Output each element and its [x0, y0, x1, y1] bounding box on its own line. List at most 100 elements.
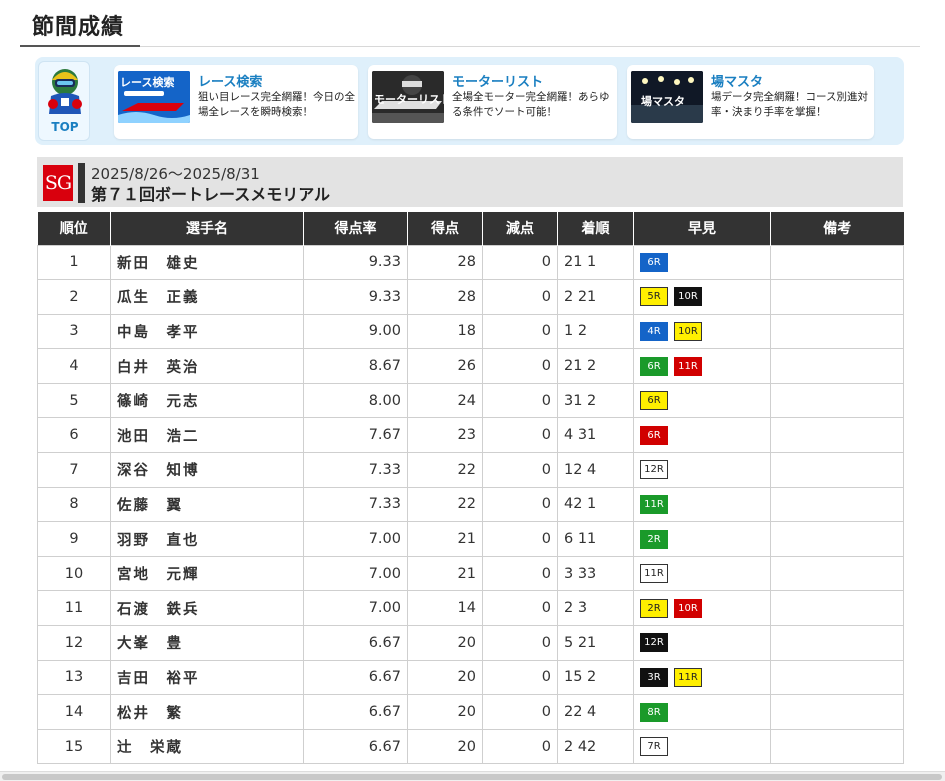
race-search-thumb-text: レース検索	[120, 76, 175, 89]
table-row: 4 白井 英治 8.67 26 0 21 2 6R 11R	[37, 348, 904, 384]
racer-name-link[interactable]: 深谷 知博	[110, 452, 304, 488]
race-tag[interactable]: 11R	[674, 356, 702, 376]
race-tag[interactable]: 3R	[640, 667, 668, 687]
quickview-cell: 4R 10R	[633, 313, 771, 350]
note-cell	[770, 521, 904, 557]
race-tag[interactable]: 6R	[640, 356, 668, 376]
racer-name-link[interactable]: 吉田 裕平	[110, 659, 304, 696]
order-cell: 15 2	[557, 659, 634, 696]
rate-cell: 9.33	[303, 279, 408, 315]
order-cell: 22 4	[557, 694, 634, 730]
note-cell	[770, 452, 904, 488]
racer-name-link[interactable]: 宮地 元輝	[110, 555, 304, 592]
racer-name-link[interactable]: 池田 浩二	[110, 417, 304, 454]
top-button[interactable]: TOP	[38, 61, 90, 141]
race-tag[interactable]: 6R	[640, 425, 668, 445]
race-tag[interactable]: 10R	[674, 287, 702, 307]
header-rank: 順位	[37, 212, 111, 245]
race-tag[interactable]: 6R	[640, 391, 668, 411]
rate-cell: 6.67	[303, 728, 408, 765]
racer-name-link[interactable]: 松井 繁	[110, 694, 304, 730]
rank-cell: 1	[37, 244, 111, 281]
order-cell: 6 11	[557, 521, 634, 557]
racer-name-link[interactable]: 篠崎 元志	[110, 382, 304, 419]
order-cell: 31 2	[557, 382, 634, 419]
horizontal-scrollbar[interactable]	[0, 771, 945, 781]
table-row: 7 深谷 知博 7.33 22 0 12 4 12R	[37, 452, 904, 488]
racer-name-link[interactable]: 瓜生 正義	[110, 279, 304, 315]
scrollbar-thumb[interactable]	[2, 774, 942, 780]
points-cell: 20	[407, 659, 483, 696]
race-tag[interactable]: 8R	[640, 702, 668, 722]
race-search-title: レース検索	[198, 75, 263, 90]
table-row: 14 松井 繁 6.67 20 0 22 4 8R	[37, 694, 904, 730]
points-cell: 21	[407, 555, 483, 592]
race-tag[interactable]: 7R	[640, 737, 668, 757]
table-row: 13 吉田 裕平 6.67 20 0 15 2 3R 11R	[37, 659, 904, 696]
stadium-master-desc: 場データ完全網羅！コース別進対率・決まり手率を掌握！	[711, 91, 868, 118]
race-name: 第７１回ボートレースメモリアル	[91, 185, 331, 204]
order-cell: 21 2	[557, 348, 634, 384]
rank-cell: 14	[37, 694, 111, 730]
racer-name-link[interactable]: 佐藤 翼	[110, 486, 304, 523]
racer-name-link[interactable]: 新田 雄史	[110, 244, 304, 281]
racer-name-link[interactable]: 辻 栄蔵	[110, 728, 304, 765]
header-name: 選手名	[110, 212, 304, 245]
quickview-cell: 12R	[633, 452, 771, 488]
points-cell: 22	[407, 486, 483, 523]
race-tag[interactable]: 11R	[640, 494, 668, 514]
racer-name-link[interactable]: 白井 英治	[110, 348, 304, 384]
grade-badge: SG	[43, 165, 73, 201]
racer-name-link[interactable]: 石渡 鉄兵	[110, 590, 304, 627]
rank-cell: 3	[37, 313, 111, 350]
header-points: 得点	[407, 212, 483, 245]
race-tag[interactable]: 2R	[640, 598, 668, 618]
race-tag[interactable]: 10R	[674, 321, 702, 341]
quickview-cell: 6R	[633, 417, 771, 454]
note-cell	[770, 417, 904, 454]
motor-list-title: モーターリスト	[452, 75, 544, 90]
rate-cell: 7.00	[303, 590, 408, 627]
rate-cell: 6.67	[303, 659, 408, 696]
deduct-cell: 0	[482, 348, 558, 384]
racer-name-link[interactable]: 中島 孝平	[110, 313, 304, 350]
rank-cell: 7	[37, 452, 111, 488]
points-cell: 21	[407, 521, 483, 557]
order-cell: 21 1	[557, 244, 634, 281]
racer-name-link[interactable]: 大峯 豊	[110, 625, 304, 661]
note-cell	[770, 313, 904, 350]
note-cell	[770, 728, 904, 765]
nav-banner: TOP レース検索 レース検索 狙い目レース完全網羅！今日の全場全レースを瞬時検…	[35, 57, 904, 145]
table-row: 2 瓜生 正義 9.33 28 0 2 21 5R 10R	[37, 279, 904, 315]
header-quickview: 早見	[633, 212, 771, 245]
note-cell	[770, 382, 904, 419]
nav-card-stadium-master[interactable]: 場マスタ 場マスタ 場データ完全網羅！コース別進対率・決まり手率を掌握！	[627, 65, 874, 139]
points-cell: 24	[407, 382, 483, 419]
deduct-cell: 0	[482, 590, 558, 627]
race-tag[interactable]: 6R	[640, 252, 668, 272]
race-tag[interactable]: 12R	[640, 633, 668, 653]
rate-cell: 7.33	[303, 452, 408, 488]
title-underline	[20, 45, 140, 47]
deduct-cell: 0	[482, 452, 558, 488]
deduct-cell: 0	[482, 694, 558, 730]
race-tag[interactable]: 4R	[640, 321, 668, 341]
race-tag[interactable]: 5R	[640, 287, 668, 307]
race-tag[interactable]: 10R	[674, 598, 702, 618]
rate-cell: 9.00	[303, 313, 408, 350]
race-tag[interactable]: 11R	[674, 667, 702, 687]
racer-name-link[interactable]: 羽野 直也	[110, 521, 304, 557]
race-tag[interactable]: 2R	[640, 529, 668, 549]
race-search-desc: 狙い目レース完全網羅！今日の全場全レースを瞬時検索！	[198, 91, 355, 118]
points-cell: 28	[407, 244, 483, 281]
deduct-cell: 0	[482, 728, 558, 765]
race-tag[interactable]: 12R	[640, 460, 668, 480]
quickview-cell: 12R	[633, 625, 771, 661]
nav-card-motor-list[interactable]: モーターリスト モーターリスト 全場全モーター完全網羅！あらゆる条件でソート可能…	[368, 65, 617, 139]
nav-card-race-search[interactable]: レース検索 レース検索 狙い目レース完全網羅！今日の全場全レースを瞬時検索！	[114, 65, 358, 139]
table-row: 6 池田 浩二 7.67 23 0 4 31 6R	[37, 417, 904, 454]
race-tag[interactable]: 11R	[640, 564, 668, 584]
table-row: 5 篠崎 元志 8.00 24 0 31 2 6R	[37, 382, 904, 419]
motor-list-thumb: モーターリスト	[372, 71, 444, 123]
quickview-cell: 3R 11R	[633, 659, 771, 696]
